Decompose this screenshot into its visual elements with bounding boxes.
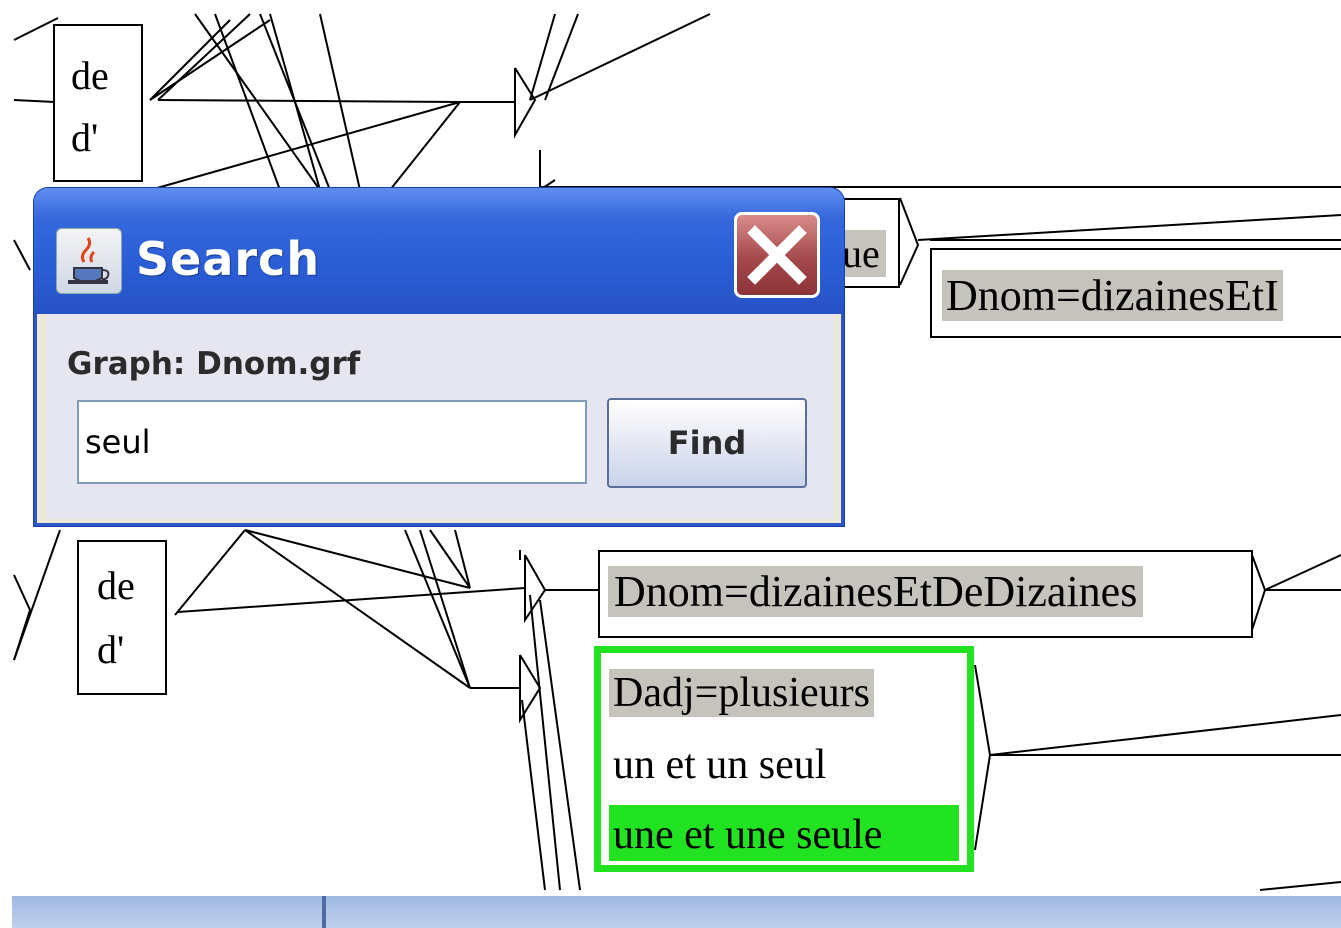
graph-box-dnom-mid[interactable]: Dnom=dizainesEtDeDizaines [598, 550, 1253, 638]
box-label-un-seul: un et un seul [609, 741, 831, 789]
graph-box-de-bottom[interactable]: de d' [77, 540, 167, 695]
dialog-title: Search [136, 232, 321, 286]
search-input[interactable] [77, 400, 587, 484]
box-row: d' [71, 115, 99, 160]
box-label-dadj: Dadj=plusieurs [609, 669, 874, 717]
box-label: Dnom=dizainesEtI [942, 270, 1283, 321]
java-coffee-cup-icon [56, 228, 122, 294]
dialog-titlebar[interactable]: Search [34, 188, 844, 314]
graph-box-dnom-top[interactable]: Dnom=dizainesEtI [930, 248, 1341, 338]
box-label: Dnom=dizainesEtDeDizaines [608, 566, 1144, 617]
search-dialog: Search Graph: Dnom.grf Find [34, 188, 844, 526]
box-row: d' [97, 627, 125, 672]
graph-box-de-top[interactable]: de d' [53, 24, 143, 182]
box-label-une-seule-highlighted: une et une seule [609, 805, 959, 861]
close-x-icon [747, 225, 807, 285]
find-button[interactable]: Find [607, 398, 807, 488]
box-row: de [71, 53, 109, 98]
status-bar-divider[interactable] [322, 896, 326, 928]
status-bar [12, 896, 1341, 928]
box-row: de [97, 563, 135, 608]
graph-box-selected[interactable]: Dadj=plusieurs un et un seul une et une … [594, 646, 974, 872]
dialog-body: Graph: Dnom.grf Find [47, 314, 834, 519]
graph-name-label: Graph: Dnom.grf [67, 346, 361, 382]
close-button[interactable] [734, 212, 820, 298]
